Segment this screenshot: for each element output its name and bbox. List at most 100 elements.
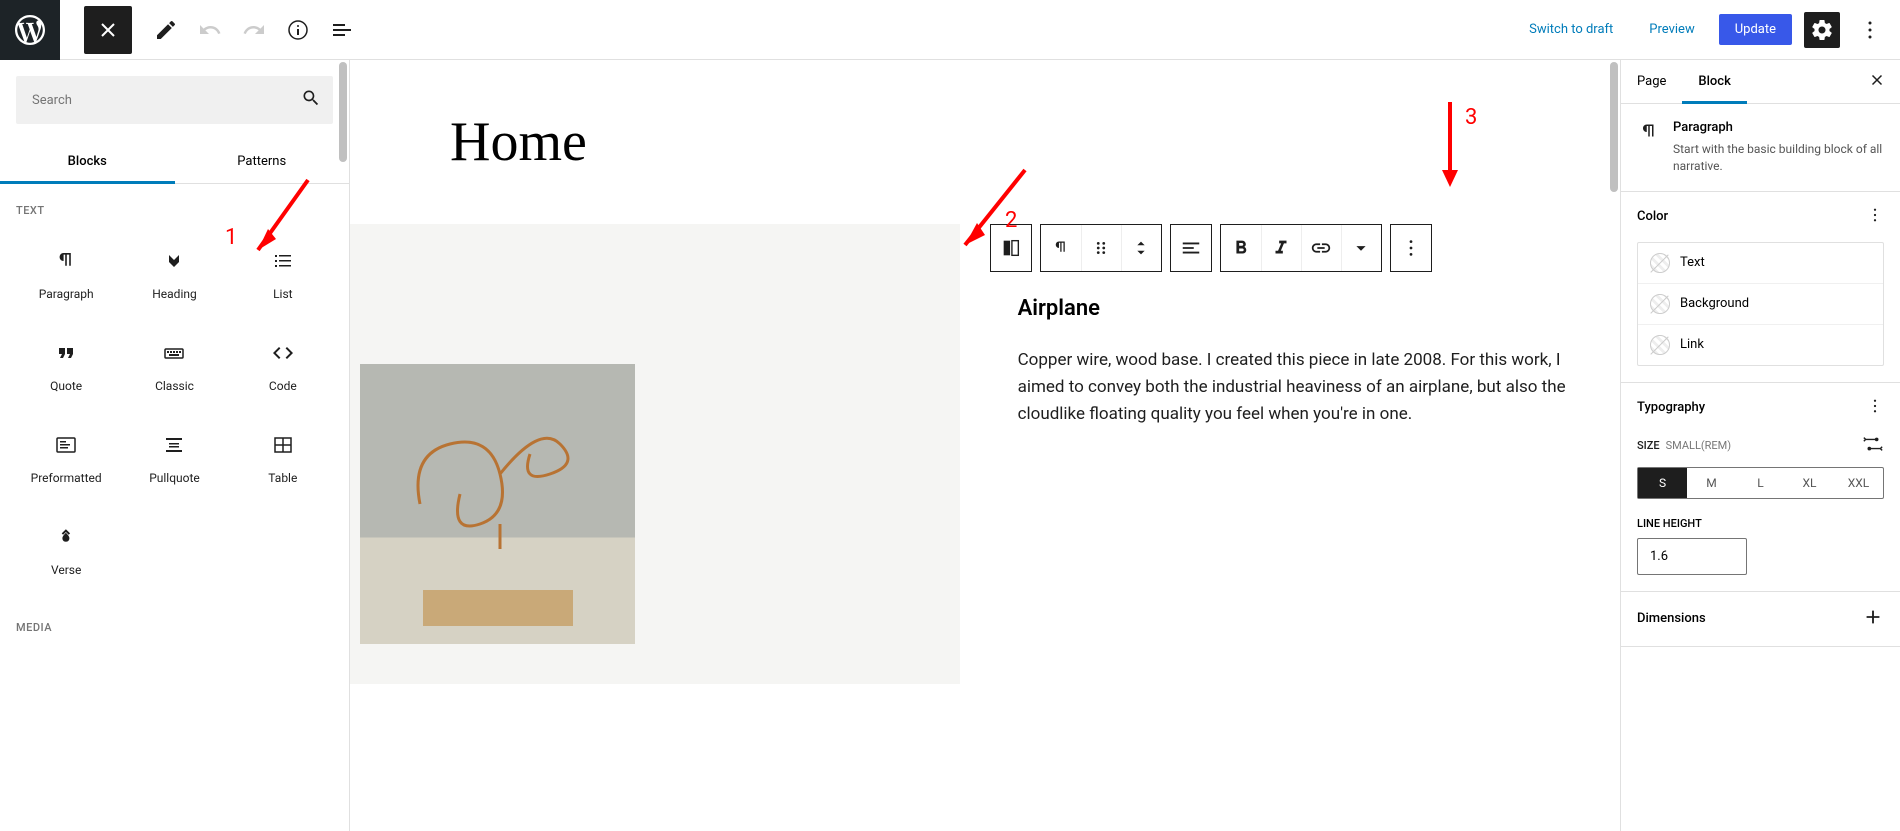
sidebar-tabs: Page Block [1621,60,1900,104]
size-xl[interactable]: XL [1785,468,1834,498]
search-box [16,76,333,124]
color-swatch-empty-icon [1650,335,1670,355]
edit-tool-button[interactable] [148,12,184,48]
panel-color: Color Text Background Link [1621,192,1900,383]
block-code[interactable]: Code [233,325,333,409]
toolbar-tools [148,12,360,48]
block-options-button[interactable] [1391,225,1431,271]
color-swatch-empty-icon [1650,253,1670,273]
size-settings-icon[interactable] [1862,433,1884,459]
verse-icon [54,525,78,549]
outline-button[interactable] [324,12,360,48]
block-table[interactable]: Table [233,417,333,501]
undo-button[interactable] [192,12,228,48]
editor-topbar: Switch to draft Preview Update [0,0,1900,60]
typography-options-icon[interactable] [1866,397,1884,419]
wordpress-logo[interactable] [0,0,60,60]
tab-block[interactable]: Block [1682,60,1746,103]
more-options-button[interactable] [1852,12,1888,48]
size-l[interactable]: L [1736,468,1785,498]
color-link-row[interactable]: Link [1638,325,1883,365]
canvas-scrollbar[interactable] [1608,60,1620,831]
code-icon [271,341,295,365]
table-icon [271,433,295,457]
search-icon [301,88,321,112]
block-preformatted[interactable]: Preformatted [16,417,116,501]
panel-dimensions: Dimensions [1621,592,1900,647]
block-paragraph[interactable]: Paragraph [16,233,116,317]
tab-page[interactable]: Page [1621,60,1682,103]
update-button[interactable]: Update [1719,14,1792,45]
size-xxl[interactable]: XXL [1834,468,1883,498]
sculpture-image [360,364,635,644]
preview-button[interactable]: Preview [1637,14,1706,45]
block-quote[interactable]: Quote [16,325,116,409]
color-options-icon[interactable] [1866,206,1884,228]
paragraph-icon [1637,120,1661,175]
block-info-title: Paragraph [1673,120,1884,135]
pullquote-icon [162,433,186,457]
content-left [350,224,960,684]
drag-handle[interactable] [1081,225,1121,271]
line-height-input[interactable] [1637,538,1747,575]
align-button[interactable] [1171,225,1211,271]
editor-canvas[interactable]: Home [350,60,1620,831]
content-row: Airplane Copper wire, wood base. I creat… [350,224,1620,684]
block-type-button[interactable] [1041,225,1081,271]
panel-typography-header[interactable]: Typography [1621,383,1900,433]
block-info: Paragraph Start with the basic building … [1621,104,1900,192]
color-text-row[interactable]: Text [1638,243,1883,284]
block-heading[interactable]: Heading [124,233,224,317]
size-label: SIZE [1637,439,1660,452]
inserter-tabs: Blocks Patterns [0,140,349,184]
plus-icon[interactable] [1862,606,1884,632]
list-icon [271,249,295,273]
category-media: MEDIA [16,621,333,634]
document-info-button[interactable] [280,12,316,48]
block-verse[interactable]: Verse [16,509,116,593]
select-parent-button[interactable] [991,225,1031,271]
settings-button[interactable] [1804,12,1840,48]
block-classic[interactable]: Classic [124,325,224,409]
block-pullquote[interactable]: Pullquote [124,417,224,501]
size-presets: S M L XL XXL [1637,467,1884,499]
tab-blocks[interactable]: Blocks [0,140,175,183]
inserter-body[interactable]: TEXT Paragraph Heading List Quote Classi… [0,184,349,831]
redo-button[interactable] [236,12,272,48]
search-input[interactable] [32,93,289,108]
panel-typography: Typography SIZE SMALL(REM) S M L XL XXL … [1621,383,1900,592]
panel-dimensions-header[interactable]: Dimensions [1621,592,1900,646]
line-height-label: LINE HEIGHT [1621,517,1900,538]
more-formatting-button[interactable] [1341,225,1381,271]
move-button[interactable] [1121,225,1161,271]
heading-icon [162,249,186,273]
tab-patterns[interactable]: Patterns [175,140,350,183]
color-swatch-empty-icon [1650,294,1670,314]
preformatted-icon [54,433,78,457]
link-button[interactable] [1301,225,1341,271]
topbar-right: Switch to draft Preview Update [1517,12,1900,48]
size-m[interactable]: M [1687,468,1736,498]
block-heading[interactable]: Airplane [990,296,1590,321]
block-toolbar [990,224,1590,272]
block-list[interactable]: List [233,233,333,317]
category-text: TEXT [16,204,333,217]
paragraph-icon [54,249,78,273]
close-sidebar-button[interactable] [1854,63,1900,101]
color-background-row[interactable]: Background [1638,284,1883,325]
content-right: Airplane Copper wire, wood base. I creat… [960,224,1620,684]
quote-icon [54,341,78,365]
size-s[interactable]: S [1638,468,1687,498]
block-info-desc: Start with the basic building block of a… [1673,141,1884,175]
settings-sidebar: Page Block Paragraph Start with the basi… [1620,60,1900,831]
inserter-scrollbar[interactable] [337,60,349,831]
block-inserter-panel: Blocks Patterns TEXT Paragraph Heading L… [0,60,350,831]
block-paragraph-text[interactable]: Copper wire, wood base. I created this p… [990,347,1590,429]
bold-button[interactable] [1221,225,1261,271]
close-inserter-button[interactable] [84,6,132,54]
italic-button[interactable] [1261,225,1301,271]
switch-to-draft-button[interactable]: Switch to draft [1517,14,1625,45]
classic-icon [162,341,186,365]
page-title[interactable]: Home [350,60,1620,224]
panel-color-header[interactable]: Color [1621,192,1900,242]
